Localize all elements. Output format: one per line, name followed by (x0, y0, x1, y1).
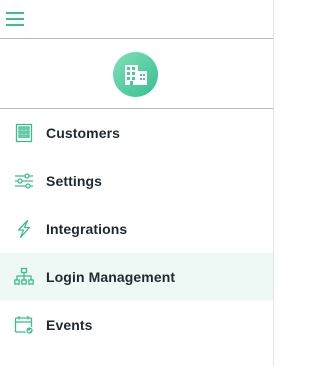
lightning-icon (14, 219, 34, 239)
sidebar-item-label: Integrations (46, 221, 128, 237)
sidebar-item-settings[interactable]: Settings (0, 157, 273, 205)
building-grid-icon (14, 123, 34, 143)
sidebar-nav: Customers Settings Integrations Login Ma… (0, 109, 273, 349)
brand-area (0, 39, 273, 109)
sliders-icon (14, 171, 34, 191)
top-bar (0, 0, 273, 39)
sidebar-item-label: Events (46, 317, 93, 333)
sitemap-icon (14, 267, 34, 287)
sidebar-item-login-management[interactable]: Login Management (0, 253, 273, 301)
sidebar-item-customers[interactable]: Customers (0, 109, 273, 157)
sidebar-item-label: Login Management (46, 269, 176, 285)
sidebar: Customers Settings Integrations Login Ma… (0, 0, 274, 366)
sidebar-item-label: Settings (46, 173, 103, 189)
building-icon (124, 64, 147, 85)
sidebar-item-events[interactable]: Events (0, 301, 273, 349)
company-logo[interactable] (113, 52, 158, 97)
hamburger-menu-icon[interactable] (6, 10, 26, 28)
sidebar-item-integrations[interactable]: Integrations (0, 205, 273, 253)
calendar-check-icon (14, 315, 34, 335)
sidebar-item-label: Customers (46, 125, 121, 141)
